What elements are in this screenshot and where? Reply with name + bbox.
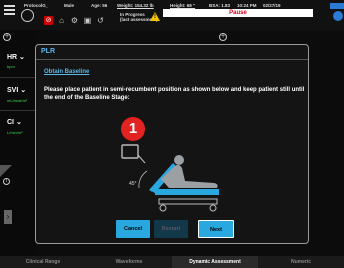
tab-waveforms[interactable]: Waveforms xyxy=(86,256,172,268)
angle-label: 45° xyxy=(129,181,137,187)
svi-label[interactable]: SVI ⌄ xyxy=(7,86,26,94)
add-parameter-icon-right[interactable]: + xyxy=(219,33,227,41)
tab-clinical-range[interactable]: Clinical Range xyxy=(0,256,86,268)
step-badge: 1 xyxy=(121,117,145,141)
angle-arc xyxy=(138,170,148,189)
obtain-baseline-link[interactable]: Obtain Baseline xyxy=(44,69,89,75)
next-button[interactable]: Next xyxy=(198,220,234,238)
plr-dialog: PLR Obtain Baseline Please place patient… xyxy=(35,44,309,244)
protocol-label: ProtocolG_ xyxy=(24,3,49,8)
instruction-text: Please place patient in semi-recumbent p… xyxy=(44,87,305,101)
divider xyxy=(36,59,308,60)
warning-icon[interactable]: ! xyxy=(150,12,160,21)
home-icon[interactable]: ⌂ xyxy=(57,16,66,25)
divider xyxy=(0,77,36,78)
semi-recumbent-illustration: 45° xyxy=(121,144,219,212)
weight-label[interactable]: Weight: 154.32 lb xyxy=(117,3,154,8)
toolbar: ⊘ ⌂ ⚙ ▣ ↺ xyxy=(44,16,105,25)
add-parameter-icon[interactable]: + xyxy=(3,33,11,41)
patient-head xyxy=(174,155,184,165)
ci-unit: L/min/m² xyxy=(7,130,23,135)
monitor-icon xyxy=(121,144,139,159)
bsa-label: BSA: 1.83 xyxy=(209,3,231,8)
battery-icon xyxy=(330,3,344,9)
trend-marker xyxy=(0,165,12,177)
restart-button[interactable]: Restart xyxy=(154,220,188,238)
bed-base xyxy=(155,189,219,195)
wheel-icon xyxy=(159,204,167,212)
tab-numeric[interactable]: Numeric xyxy=(258,256,344,268)
history-icon[interactable]: ↺ xyxy=(96,16,105,25)
power-icon[interactable] xyxy=(21,9,34,22)
date-label: 02/27/19 xyxy=(263,3,281,8)
monitor-cable xyxy=(137,154,146,164)
hr-unit: bpm xyxy=(7,64,15,69)
svi-unit: mL/beat/m² xyxy=(7,98,28,103)
snapshot-icon[interactable]: ▣ xyxy=(83,16,92,25)
time-label: 10:24 PM xyxy=(237,3,257,8)
age-label: Age: 56 xyxy=(91,3,108,8)
info-icon[interactable]: i xyxy=(3,178,10,185)
divider xyxy=(0,110,36,111)
menu-icon[interactable] xyxy=(4,5,15,15)
pause-button[interactable]: Pause xyxy=(163,9,313,17)
settings-icon[interactable]: ⚙ xyxy=(70,16,79,25)
help-icon[interactable] xyxy=(333,11,343,21)
top-bar: ProtocolG_ Male Age: 56 Weight: 154.32 l… xyxy=(0,0,344,30)
height-label[interactable]: Height: 68 " xyxy=(170,3,195,8)
tab-dynamic-assessment[interactable]: Dynamic Assessment xyxy=(172,256,258,268)
alarm-icon[interactable]: ⊘ xyxy=(44,16,53,25)
bed-frame xyxy=(158,198,218,205)
sex-label: Male xyxy=(64,3,75,8)
wheel-icon xyxy=(209,204,217,212)
cancel-button[interactable]: Cancel xyxy=(116,220,150,238)
bottom-tab-bar: Clinical Range Waveforms Dynamic Assessm… xyxy=(0,256,344,268)
hr-label[interactable]: HR ⌄ xyxy=(7,53,25,61)
ci-label[interactable]: CI ⌄ xyxy=(7,118,22,126)
expand-arrow-icon[interactable]: › xyxy=(4,210,12,224)
dialog-title: PLR xyxy=(41,48,55,55)
